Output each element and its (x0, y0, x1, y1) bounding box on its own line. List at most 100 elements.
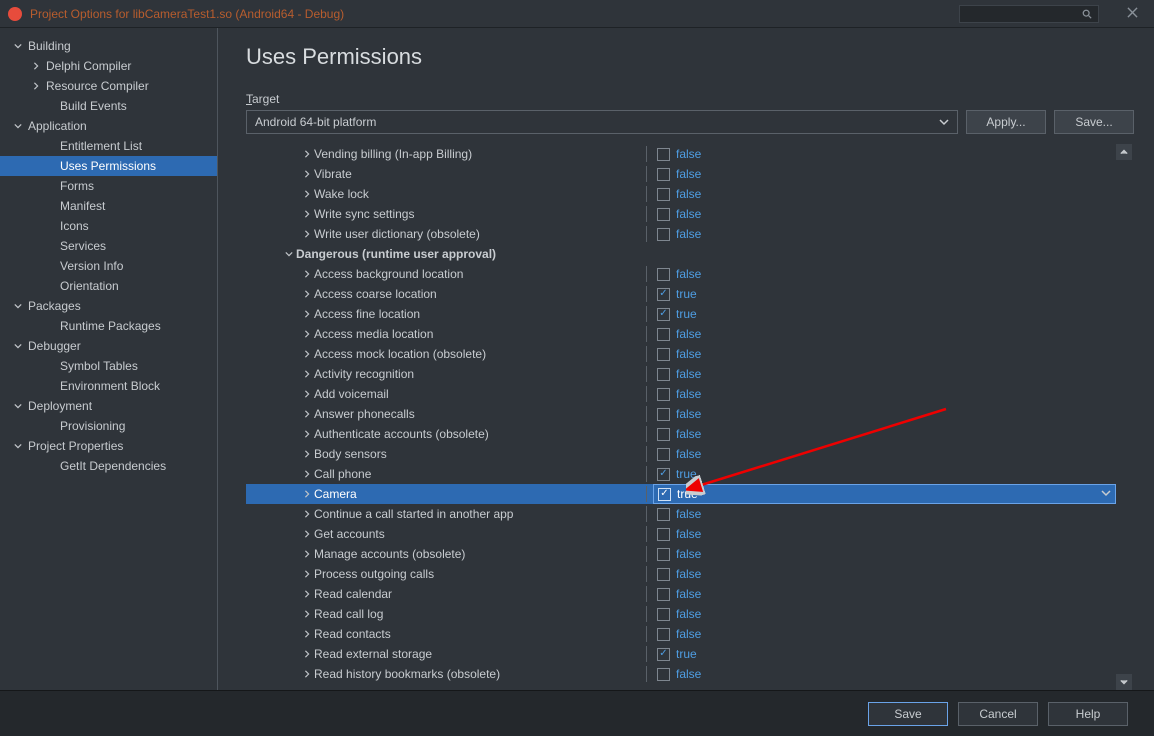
permission-value-cell[interactable]: false (653, 444, 1116, 464)
permission-row[interactable]: Manage accounts (obsolete)false (246, 544, 1116, 564)
checkbox[interactable] (657, 388, 670, 401)
permission-row[interactable]: Vibratefalse (246, 164, 1116, 184)
checkbox[interactable] (657, 348, 670, 361)
scroll-down-button[interactable] (1116, 674, 1132, 690)
permission-value-cell[interactable]: false (653, 624, 1116, 644)
permission-row[interactable]: Process outgoing callsfalse (246, 564, 1116, 584)
permission-value-cell[interactable]: true (653, 304, 1116, 324)
sidebar-item-services[interactable]: Services (0, 236, 217, 256)
sidebar-item-runtime-packages[interactable]: Runtime Packages (0, 316, 217, 336)
permission-row[interactable]: Read external storagetrue (246, 644, 1116, 664)
permission-row[interactable]: Body sensorsfalse (246, 444, 1116, 464)
close-icon[interactable] (1119, 3, 1146, 25)
checkbox[interactable] (657, 448, 670, 461)
sidebar-item-orientation[interactable]: Orientation (0, 276, 217, 296)
chevron-down-icon[interactable] (1101, 487, 1111, 501)
scroll-up-button[interactable] (1116, 144, 1132, 160)
checkbox[interactable] (657, 268, 670, 281)
sidebar-item-manifest[interactable]: Manifest (0, 196, 217, 216)
permission-row[interactable]: Add voicemailfalse (246, 384, 1116, 404)
checkbox[interactable] (657, 408, 670, 421)
sidebar-item-debugger[interactable]: Debugger (0, 336, 217, 356)
permission-value-cell[interactable]: false (653, 544, 1116, 564)
help-button[interactable]: Help (1048, 702, 1128, 726)
permission-value-cell[interactable]: true (653, 644, 1116, 664)
permission-value-cell[interactable]: true (653, 484, 1116, 504)
sidebar-item-build-events[interactable]: Build Events (0, 96, 217, 116)
permission-value-cell[interactable]: false (653, 584, 1116, 604)
sidebar-item-application[interactable]: Application (0, 116, 217, 136)
permission-row[interactable]: Vending billing (In-app Billing)false (246, 144, 1116, 164)
checkbox[interactable] (657, 428, 670, 441)
sidebar-item-icons[interactable]: Icons (0, 216, 217, 236)
permission-row[interactable]: Wake lockfalse (246, 184, 1116, 204)
permission-row[interactable]: Read contactsfalse (246, 624, 1116, 644)
permission-row[interactable]: Dangerous (runtime user approval) (246, 244, 1116, 264)
apply-button[interactable]: Apply... (966, 110, 1046, 134)
checkbox[interactable] (657, 648, 670, 661)
permission-row[interactable]: Access fine locationtrue (246, 304, 1116, 324)
checkbox[interactable] (657, 568, 670, 581)
permission-value-cell[interactable]: false (653, 324, 1116, 344)
checkbox[interactable] (657, 208, 670, 221)
sidebar-item-environment-block[interactable]: Environment Block (0, 376, 217, 396)
permission-row[interactable]: Access mock location (obsolete)false (246, 344, 1116, 364)
permission-value-cell[interactable]: false (653, 404, 1116, 424)
permission-row[interactable]: Read call logfalse (246, 604, 1116, 624)
sidebar-item-version-info[interactable]: Version Info (0, 256, 217, 276)
permission-value-cell[interactable]: false (653, 384, 1116, 404)
permission-row[interactable]: Write user dictionary (obsolete)false (246, 224, 1116, 244)
checkbox[interactable] (657, 608, 670, 621)
sidebar-item-getit-dependencies[interactable]: GetIt Dependencies (0, 456, 217, 476)
permission-row[interactable]: Authenticate accounts (obsolete)false (246, 424, 1116, 444)
permission-value-cell[interactable]: false (653, 264, 1116, 284)
cancel-button[interactable]: Cancel (958, 702, 1038, 726)
save-button[interactable]: Save (868, 702, 948, 726)
permission-value-cell[interactable]: false (653, 524, 1116, 544)
permission-row[interactable]: Continue a call started in another appfa… (246, 504, 1116, 524)
permission-row[interactable]: Read history bookmarks (obsolete)false (246, 664, 1116, 684)
permission-row[interactable]: Access coarse locationtrue (246, 284, 1116, 304)
permission-value-cell[interactable]: false (653, 224, 1116, 244)
sidebar-item-deployment[interactable]: Deployment (0, 396, 217, 416)
search-input[interactable] (959, 5, 1099, 23)
checkbox[interactable] (657, 508, 670, 521)
checkbox[interactable] (657, 228, 670, 241)
target-combo[interactable]: Android 64-bit platform (246, 110, 958, 134)
sidebar-item-project-properties[interactable]: Project Properties (0, 436, 217, 456)
checkbox[interactable] (657, 148, 670, 161)
sidebar-item-resource-compiler[interactable]: Resource Compiler (0, 76, 217, 96)
checkbox[interactable] (658, 488, 671, 501)
permission-row[interactable]: Write sync settingsfalse (246, 204, 1116, 224)
permission-value-cell[interactable]: true (653, 464, 1116, 484)
permission-row[interactable]: Access background locationfalse (246, 264, 1116, 284)
checkbox[interactable] (657, 368, 670, 381)
permission-value-cell[interactable]: false (653, 564, 1116, 584)
permission-row[interactable]: Get accountsfalse (246, 524, 1116, 544)
sidebar-item-entitlement-list[interactable]: Entitlement List (0, 136, 217, 156)
checkbox[interactable] (657, 668, 670, 681)
permission-value-cell[interactable]: true (653, 284, 1116, 304)
checkbox[interactable] (657, 288, 670, 301)
sidebar-item-packages[interactable]: Packages (0, 296, 217, 316)
permission-value-cell[interactable]: false (653, 344, 1116, 364)
permission-row[interactable]: Access media locationfalse (246, 324, 1116, 344)
permission-row[interactable]: Read calendarfalse (246, 584, 1116, 604)
checkbox[interactable] (657, 588, 670, 601)
permission-value-cell[interactable]: false (653, 364, 1116, 384)
checkbox[interactable] (657, 468, 670, 481)
checkbox[interactable] (657, 548, 670, 561)
sidebar-item-symbol-tables[interactable]: Symbol Tables (0, 356, 217, 376)
checkbox[interactable] (657, 308, 670, 321)
permission-value-cell[interactable]: false (653, 144, 1116, 164)
permission-value-cell[interactable]: false (653, 504, 1116, 524)
permission-row[interactable]: Answer phonecallsfalse (246, 404, 1116, 424)
sidebar-item-building[interactable]: Building (0, 36, 217, 56)
sidebar-item-uses-permissions[interactable]: Uses Permissions (0, 156, 217, 176)
checkbox[interactable] (657, 628, 670, 641)
checkbox[interactable] (657, 528, 670, 541)
permission-row[interactable]: Activity recognitionfalse (246, 364, 1116, 384)
checkbox[interactable] (657, 328, 670, 341)
sidebar-item-delphi-compiler[interactable]: Delphi Compiler (0, 56, 217, 76)
checkbox[interactable] (657, 168, 670, 181)
